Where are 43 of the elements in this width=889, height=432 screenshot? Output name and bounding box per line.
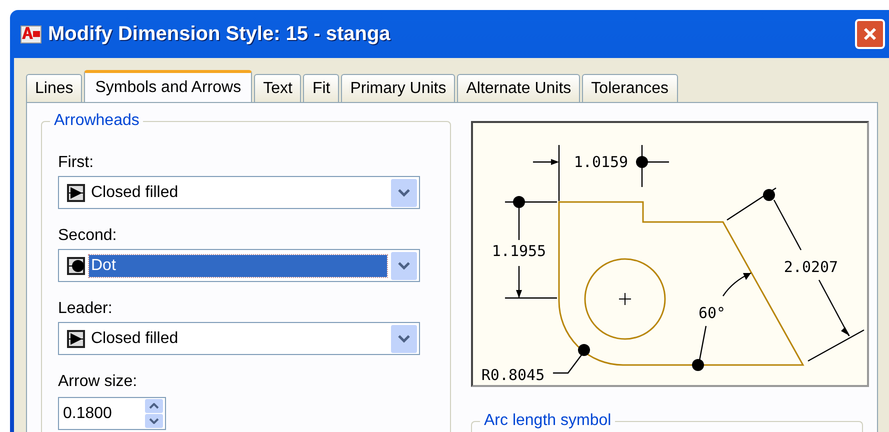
field-label: Arrow size: (58, 373, 138, 391)
chevron-down-icon (397, 188, 411, 198)
dropdown[interactable]: Closed filled (58, 176, 420, 209)
dropdown[interactable]: Dot (58, 249, 420, 282)
field-label: First: (58, 154, 95, 172)
dropdown-value: Closed filled (90, 328, 180, 348)
tab[interactable]: Tolerances (582, 74, 678, 102)
tab[interactable]: Alternate Units (457, 74, 580, 102)
spin-down-button[interactable] (145, 414, 163, 428)
spin-up-button[interactable] (145, 399, 163, 413)
group-title: Arc length symbol (480, 412, 616, 430)
dimension-label: R0.8045 (481, 366, 545, 384)
field-label: Leader: (58, 300, 114, 318)
app-icon (20, 23, 42, 45)
dimension-label: 1.0159 (574, 153, 628, 171)
tab[interactable]: Text (254, 74, 302, 102)
dot-arrow-icon (67, 256, 85, 274)
dimension-label: 2.0207 (784, 258, 838, 276)
tab[interactable]: Symbols and Arrows (84, 70, 252, 102)
dimension-label: 1.1955 (492, 242, 546, 260)
chevron-up-icon (149, 403, 159, 409)
chevron-down-icon (397, 334, 411, 344)
spinner-value: 0.1800 (63, 404, 113, 422)
close-button[interactable] (855, 19, 885, 49)
dropdown-button[interactable] (391, 324, 417, 352)
dimension-label: 60° (698, 304, 726, 322)
window-title: Modify Dimension Style: 15 - stanga (48, 22, 390, 46)
dropdown-value: Dot (89, 254, 387, 276)
chevron-down-icon (149, 418, 159, 424)
closed-arrow-icon (67, 184, 85, 202)
dropdown-value: Closed filled (90, 182, 180, 202)
center-mark (618, 292, 632, 306)
closed-arrow-icon (67, 330, 85, 348)
dropdown-button[interactable] (391, 178, 417, 206)
tab[interactable]: Primary Units (341, 74, 456, 102)
spinner-field[interactable]: 0.1800 (58, 397, 166, 430)
dropdown[interactable]: Closed filled (58, 322, 420, 355)
tab[interactable]: Fit (303, 74, 340, 102)
close-icon (862, 26, 878, 42)
chevron-down-icon (397, 260, 411, 270)
field-label: Second: (58, 227, 118, 245)
tab[interactable]: Lines (26, 74, 82, 102)
dropdown-button[interactable] (391, 252, 417, 280)
